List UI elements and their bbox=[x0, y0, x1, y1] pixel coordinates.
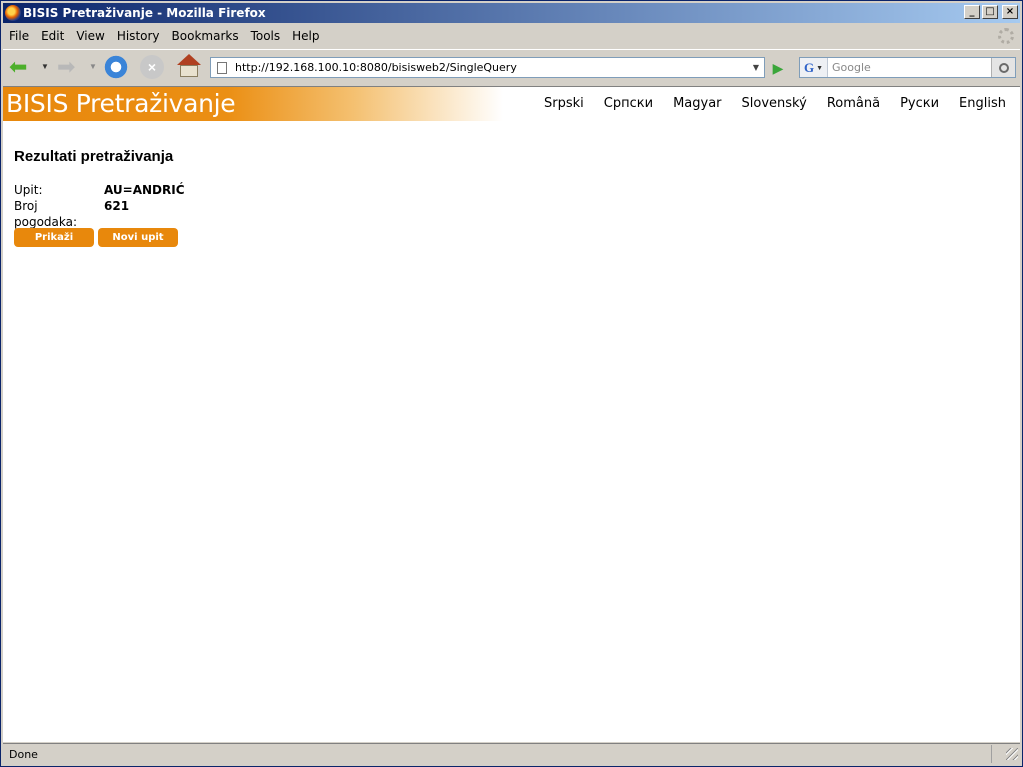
lang-magyar[interactable]: Magyar bbox=[673, 96, 721, 111]
status-bar: Done bbox=[3, 743, 1020, 764]
query-value: AU=ANDRIĆ bbox=[104, 183, 185, 197]
hits-value: 621 bbox=[104, 199, 130, 213]
home-icon[interactable] bbox=[176, 54, 202, 80]
throbber-icon bbox=[998, 28, 1014, 44]
menu-history[interactable]: History bbox=[111, 29, 166, 43]
maximize-button[interactable]: □ bbox=[982, 5, 998, 19]
url-history-dropdown-icon[interactable]: ▼ bbox=[748, 58, 764, 77]
status-separator bbox=[991, 745, 992, 763]
window-title: BISIS Pretraživanje - Mozilla Firefox bbox=[23, 6, 266, 20]
title-bar: BISIS Pretraživanje - Mozilla Firefox _ … bbox=[3, 3, 1020, 23]
menu-bookmarks[interactable]: Bookmarks bbox=[166, 29, 245, 43]
lang-slovensky[interactable]: Slovenský bbox=[742, 96, 807, 111]
window-controls: _ □ × bbox=[964, 5, 1018, 19]
menu-view[interactable]: View bbox=[70, 29, 110, 43]
hits-row: Broj pogodaka: 621 bbox=[14, 198, 185, 229]
lang-english[interactable]: English bbox=[959, 96, 1006, 111]
lang-srpski-cyrillic[interactable]: Српски bbox=[604, 96, 653, 111]
menu-help[interactable]: Help bbox=[286, 29, 325, 43]
query-label: Upit: bbox=[14, 183, 43, 197]
page-content: BISIS Pretraživanje Srpski Српски Magyar… bbox=[3, 86, 1020, 742]
hits-label: Broj pogodaka: bbox=[14, 199, 78, 229]
resize-grip-icon[interactable] bbox=[1006, 748, 1018, 760]
language-switcher: Srpski Српски Magyar Slovenský Română Ру… bbox=[544, 96, 1006, 111]
close-button[interactable]: × bbox=[1002, 5, 1018, 19]
status-text: Done bbox=[9, 747, 38, 761]
forward-arrow-icon[interactable]: ➡ bbox=[57, 54, 75, 80]
back-history-dropdown-icon[interactable]: ▼ bbox=[41, 62, 49, 71]
forward-history-dropdown-icon[interactable]: ▼ bbox=[89, 62, 97, 71]
minimize-button[interactable]: _ bbox=[964, 5, 980, 19]
query-row: Upit: AU=ANDRIĆ bbox=[14, 182, 185, 198]
site-header: BISIS Pretraživanje Srpski Српски Magyar… bbox=[3, 87, 1020, 121]
back-arrow-icon[interactable]: ⬅ bbox=[9, 54, 27, 80]
lang-srpski[interactable]: Srpski bbox=[544, 96, 584, 111]
firefox-icon bbox=[5, 5, 21, 21]
page-title: Rezultati pretraživanja bbox=[14, 148, 174, 165]
menu-tools[interactable]: Tools bbox=[245, 29, 287, 43]
search-button[interactable] bbox=[991, 58, 1015, 77]
show-results-button[interactable]: Prikaži rezultat bbox=[14, 228, 94, 262]
stop-icon[interactable]: × bbox=[140, 55, 164, 79]
url-text[interactable]: http://192.168.100.10:8080/bisisweb2/Sin… bbox=[235, 61, 748, 74]
browser-window: BISIS Pretraživanje - Mozilla Firefox _ … bbox=[0, 0, 1023, 767]
search-box[interactable]: G ▼ Google bbox=[799, 57, 1016, 78]
page-icon bbox=[217, 61, 227, 74]
navigation-toolbar: ⬅ ▼ ➡ ▼ × http://192.168.100.10:8080/bis… bbox=[3, 49, 1020, 85]
new-query-button[interactable]: Novi upit bbox=[98, 228, 178, 247]
site-logo[interactable]: BISIS Pretraživanje bbox=[6, 89, 236, 118]
go-arrow-icon[interactable]: ▶ bbox=[768, 58, 788, 78]
address-bar[interactable]: http://192.168.100.10:8080/bisisweb2/Sin… bbox=[210, 57, 765, 78]
query-info: Upit: AU=ANDRIĆ Broj pogodaka: 621 bbox=[14, 182, 185, 229]
reload-icon[interactable] bbox=[104, 55, 128, 79]
magnifier-icon bbox=[998, 62, 1009, 73]
lang-romana[interactable]: Română bbox=[827, 96, 880, 111]
search-input[interactable]: Google bbox=[828, 61, 991, 74]
search-engine-icon[interactable]: G ▼ bbox=[800, 58, 828, 77]
menu-file[interactable]: File bbox=[3, 29, 35, 43]
menu-edit[interactable]: Edit bbox=[35, 29, 70, 43]
lang-rusky[interactable]: Руски bbox=[900, 96, 939, 111]
menu-bar: File Edit View History Bookmarks Tools H… bbox=[3, 25, 1020, 47]
